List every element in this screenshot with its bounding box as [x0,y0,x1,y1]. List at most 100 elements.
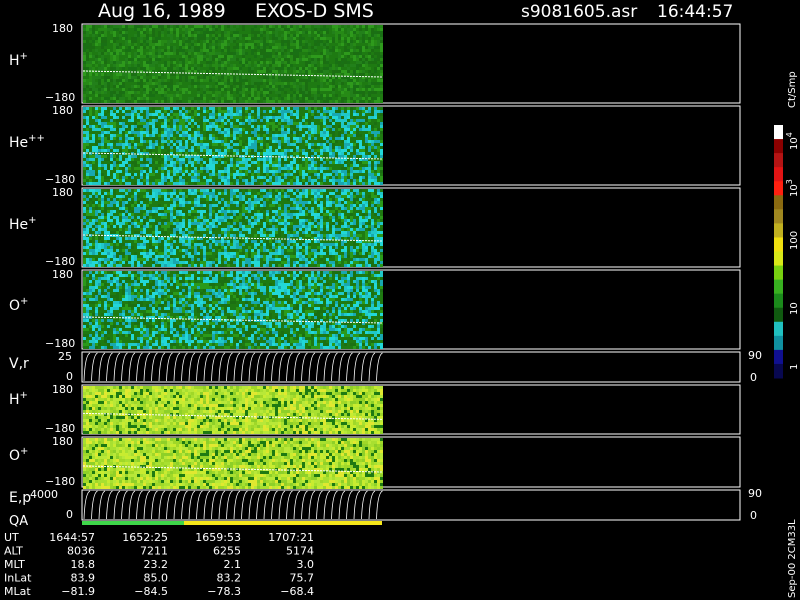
spectrogram [83,107,383,185]
sweep-lines [83,490,383,520]
orbit-value: 75.7 [290,572,315,585]
instrument-title: EXOS-D SMS [255,0,374,22]
species-label: H+ [9,390,28,408]
right-axis-bottom: 0 [750,371,757,384]
spectrogram [83,271,383,349]
orbit-value: 8036 [67,545,95,558]
orbit-row-label: MLat [4,585,31,598]
y-tick-top: 180 [52,22,73,35]
y-tick-top: 180 [52,435,73,448]
orbit-value: 23.2 [144,558,169,571]
orbit-value: 1659:53 [195,531,241,544]
colorbar: 104 103 100 10 1 [774,125,800,379]
orbit-value: 83.2 [217,572,242,585]
orbit-value: −78.3 [207,585,241,598]
colorbar-label: 1 [789,364,800,370]
orbit-value: −68.4 [280,585,314,598]
sweep-lines [83,352,383,382]
panel-label: E,p [9,490,31,506]
orbit-value: 5174 [286,545,314,558]
y-tick-bottom: −180 [45,255,75,268]
orbit-value: −81.9 [61,585,95,598]
colorbar-cell [774,125,783,140]
spectrogram [83,386,383,434]
orbit-row-label: MLT [4,558,25,571]
exos-d-sms-plot: Aug 16, 1989 EXOS-D SMS s9081605.asr 16:… [4,0,800,598]
file-name: s9081605.asr [521,2,637,22]
orbit-row-label: InLat [4,572,32,585]
colorbar-cell [774,167,783,182]
panel-3: He+ 180 −180 [9,186,741,268]
colorbar-unit: Ct/Smp [787,71,798,108]
panel-4: O+ 180 −180 [9,268,741,350]
panel-frame [81,351,741,383]
right-axis-top: 90 [748,349,762,362]
colorbar-cell [774,209,783,224]
y-tick-bottom: −180 [45,422,75,435]
panel-6: H+ 180 −180 [9,383,741,435]
orbit-value: 18.8 [71,558,96,571]
colorbar-cell [774,335,783,351]
colorbar-cell [774,279,783,295]
orbit-value: 7211 [140,545,168,558]
y-tick-top: 180 [52,383,73,396]
orbit-value: −84.5 [134,585,168,598]
colorbar-label: 104 [785,132,800,150]
orbit-value: 2.1 [224,558,242,571]
colorbar-cell [774,195,783,210]
orbit-row-label: ALT [4,545,23,558]
panel-stack: H+180−180He++180−180He+180−180O+180−180V… [9,22,762,522]
qa-label: QA [9,514,28,529]
colorbar-label: 100 [789,231,800,250]
species-label: O+ [9,296,28,314]
creation-stamp: Sep-00 2CM33L [787,519,798,598]
colorbar-label: 10 [789,302,800,315]
y-tick-bottom: −180 [45,337,75,350]
y-tick-top: 4000 [30,488,58,501]
colorbar-cell [774,349,783,365]
panel-frame [81,489,741,521]
spectrogram [83,438,383,489]
y-tick-bottom: −180 [45,173,75,186]
colorbar-label: 103 [785,179,800,197]
colorbar-cell [774,251,783,267]
orbit-value: 83.9 [71,572,96,585]
y-tick-bottom: −180 [45,475,75,488]
y-tick-top: 180 [52,268,73,281]
orbit-table: UT 1644:57 1652:25 1659:53 1707:21 ALT 8036 721… [4,531,314,598]
colorbar-cell [774,293,783,309]
orbit-value: 85.0 [144,572,169,585]
y-tick-bottom: −180 [45,91,75,104]
colorbar-cell [774,363,783,379]
panel-1: H+ 180 −180 [9,22,741,104]
y-tick-top: 180 [52,104,73,117]
spectrogram [83,189,383,267]
y-tick-top: 180 [52,186,73,199]
species-label: He+ [9,215,37,233]
colorbar-cell [774,139,783,154]
colorbar-cell [774,237,783,252]
panel-5: V,r 90 0 25 0 [9,349,762,384]
colorbar-cell [774,307,783,323]
right-axis-bottom: 0 [750,509,757,522]
orbit-row-label: UT [4,531,19,544]
colorbar-cell [774,153,783,168]
orbit-value: 1644:57 [49,531,95,544]
y-tick-bottom: 0 [66,508,73,521]
panel-label: V,r [9,356,29,372]
species-label: O+ [9,446,28,464]
orbit-value: 1652:25 [122,531,168,544]
colorbar-cell [774,321,783,337]
colorbar-cell [774,223,783,238]
date-title: Aug 16, 1989 [98,0,226,22]
species-label: H+ [9,51,28,69]
colorbar-cell [774,265,783,281]
qa-bar-yellow [184,521,382,525]
orbit-value: 6255 [213,545,241,558]
species-label: He++ [9,133,45,151]
y-tick-bottom: 0 [66,370,73,383]
spectrogram [83,25,383,103]
colorbar-cell [774,181,783,196]
header-time: 16:44:57 [657,2,733,22]
panel-7: O+ 180 −180 [9,435,741,489]
